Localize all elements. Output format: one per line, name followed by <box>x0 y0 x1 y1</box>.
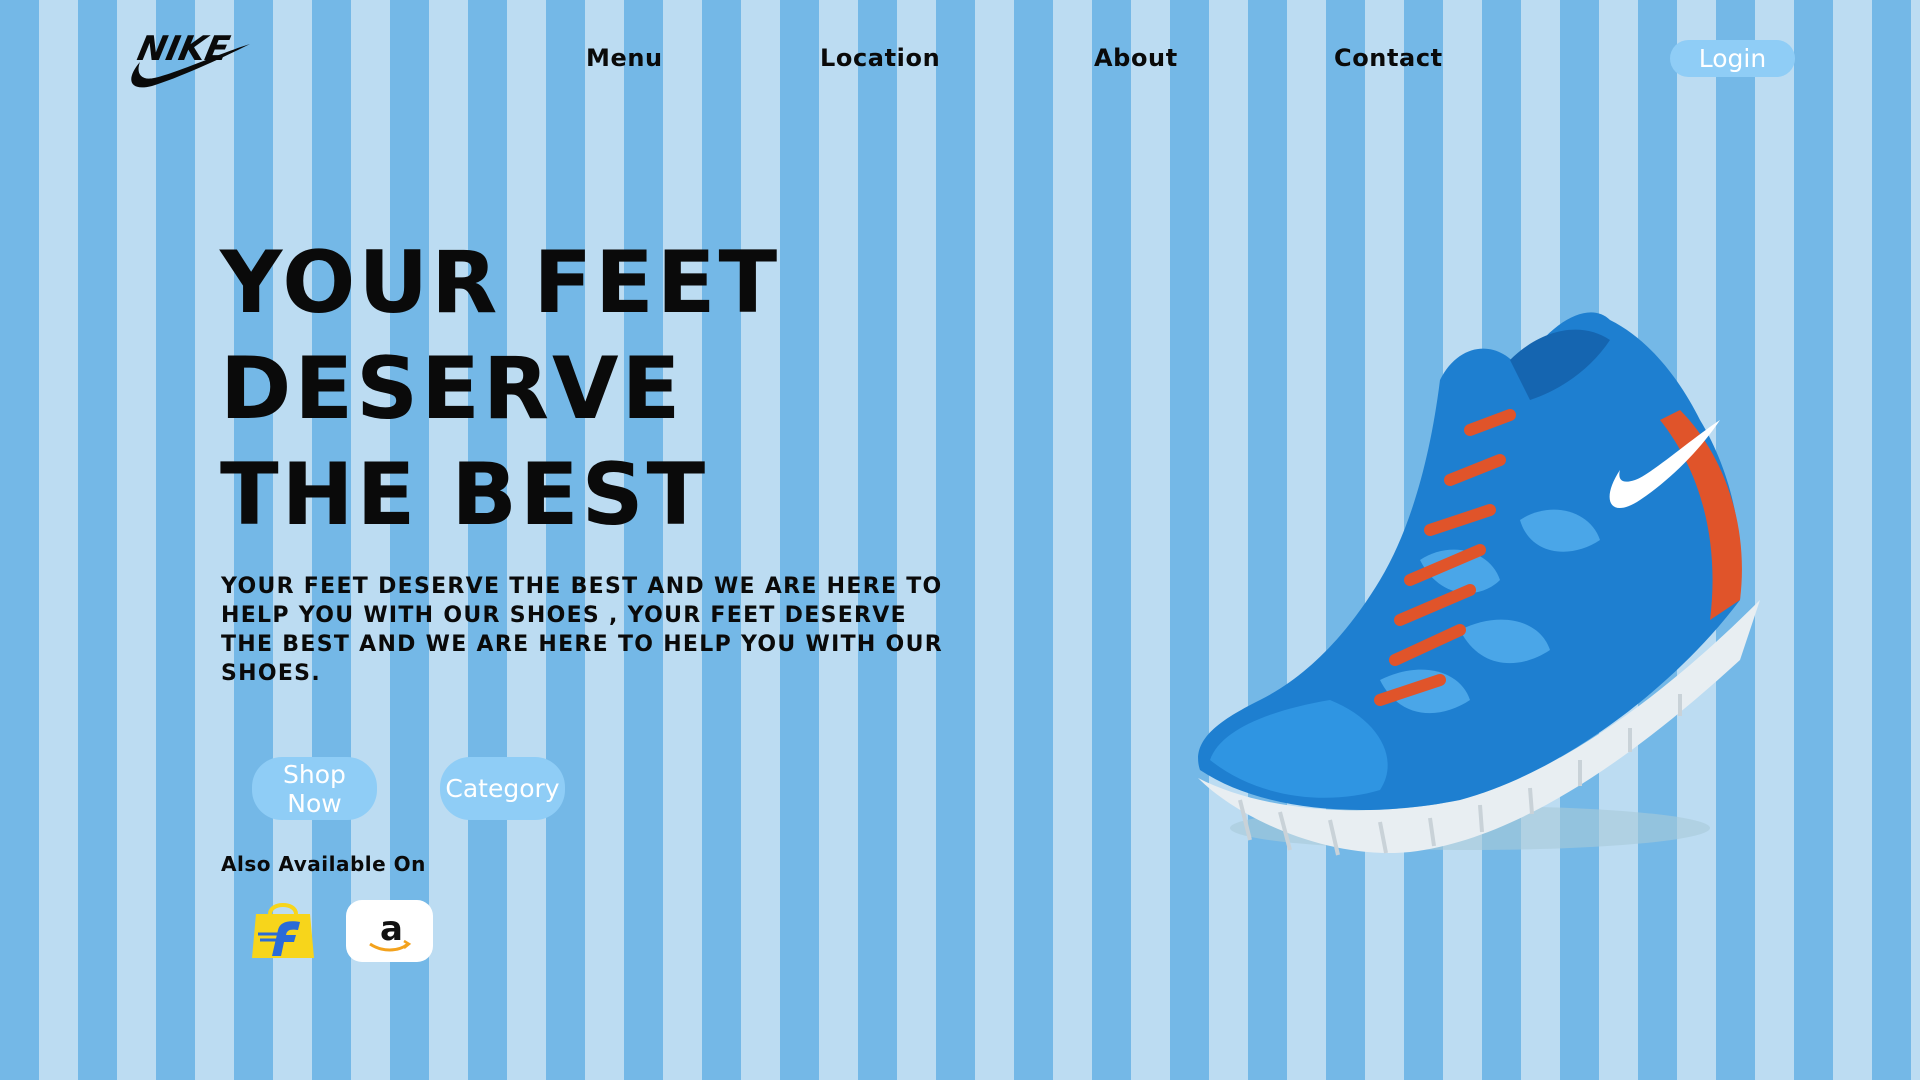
headline-line-3: THE BEST <box>220 445 709 545</box>
hero-description: YOUR FEET DESERVE THE BEST AND WE ARE HE… <box>221 574 943 686</box>
nav-menu[interactable]: Menu <box>586 44 663 72</box>
shop-now-button[interactable]: Shop Now <box>252 757 377 820</box>
login-button[interactable]: Login <box>1670 40 1795 77</box>
amazon-logo-icon: a <box>369 909 412 952</box>
headline-line-1: YOUR FEET <box>220 233 781 333</box>
svg-text:a: a <box>380 909 403 949</box>
nike-logo[interactable]: NIKE <box>122 22 252 92</box>
hero-headline: YOUR FEET DESERVE THE BEST <box>220 230 780 548</box>
headline-line-2: DESERVE <box>220 339 684 439</box>
flipkart-icon[interactable] <box>248 900 318 962</box>
shoe-image <box>1198 312 1760 856</box>
nav-location[interactable]: Location <box>820 44 940 72</box>
shop-now-label: Shop Now <box>283 759 346 818</box>
category-button[interactable]: Category <box>440 757 565 820</box>
also-available-label: Also Available On <box>221 852 426 876</box>
nav-about[interactable]: About <box>1094 44 1178 72</box>
nike-logo-text: NIKE <box>134 29 234 69</box>
amazon-icon[interactable]: a <box>346 900 433 962</box>
nav-contact[interactable]: Contact <box>1334 44 1443 72</box>
